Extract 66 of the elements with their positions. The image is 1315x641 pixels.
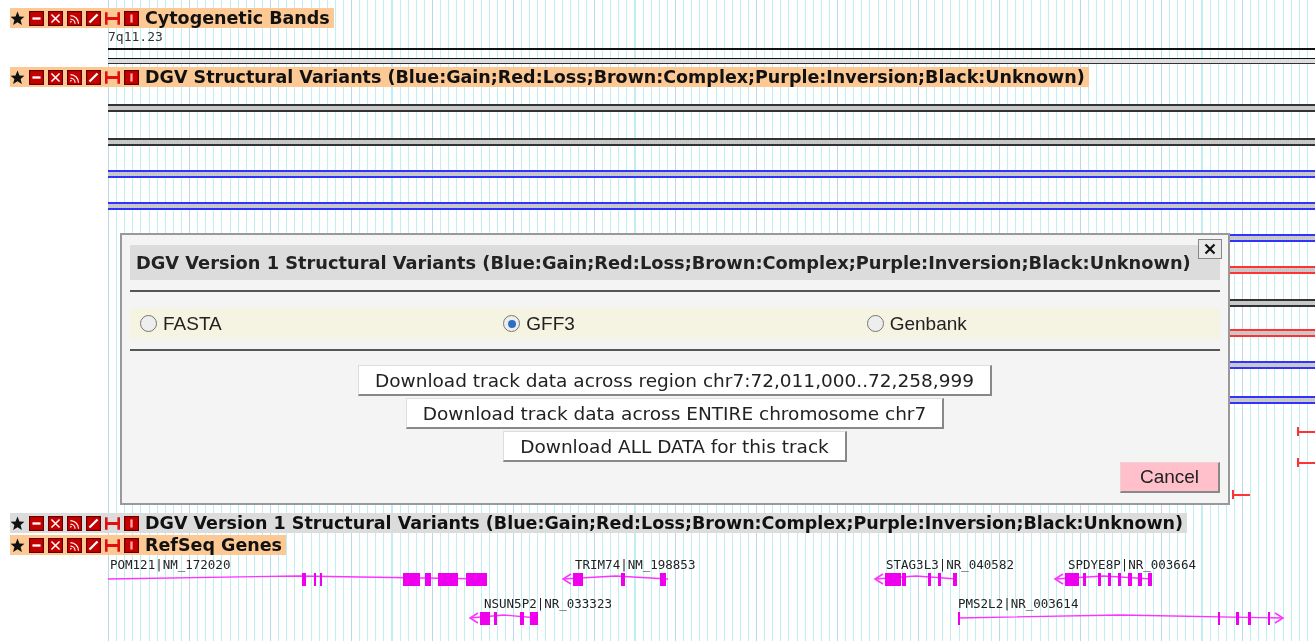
pin-icon[interactable] <box>10 69 25 85</box>
pin-icon[interactable] <box>10 10 25 26</box>
feed-icon[interactable] <box>67 69 82 85</box>
variant-feature[interactable] <box>1230 396 1315 404</box>
radio-button[interactable] <box>866 315 884 333</box>
variant-feature[interactable] <box>1232 490 1250 499</box>
close-icon <box>1204 243 1216 255</box>
minimize-icon[interactable] <box>29 537 44 553</box>
track-label[interactable]: DGV Structural Variants (Blue:Gain;Red:Loss;Brown:Complex;Purple:Inversion;Black:Unknown) <box>10 67 1089 87</box>
close-icon[interactable] <box>48 10 63 26</box>
format-option[interactable]: GFF3 <box>493 312 575 335</box>
pencil-icon[interactable] <box>86 69 101 85</box>
download-button[interactable]: Download track data across ENTIRE chromosome chr7 <box>405 398 945 429</box>
pencil-icon[interactable] <box>86 515 101 531</box>
gene-name: SPDYE8P|NR_003664 <box>1068 557 1196 572</box>
gene-name: STAG3L3|NR_040582 <box>886 557 1014 572</box>
gene-feature[interactable] <box>1053 573 1153 586</box>
variant-feature[interactable] <box>1230 234 1315 242</box>
gene-feature[interactable] <box>468 612 539 625</box>
minimize-icon[interactable] <box>29 69 44 85</box>
pin-icon[interactable] <box>10 537 25 553</box>
radio-button[interactable] <box>140 315 157 333</box>
cancel-button[interactable]: Cancel <box>1120 462 1220 493</box>
variant-feature[interactable] <box>108 170 1315 178</box>
variant-feature[interactable] <box>1297 458 1315 467</box>
download-button[interactable]: Download ALL DATA for this track <box>503 431 847 462</box>
gene-feature[interactable] <box>873 573 958 586</box>
pencil-icon[interactable] <box>86 10 101 26</box>
band-name: 7q11.23 <box>108 28 163 45</box>
gene-name: NSUN5P2|NR_033323 <box>484 596 612 611</box>
gene-name: TRIM74|NM_198853 <box>575 557 696 572</box>
close-button[interactable] <box>1198 239 1222 259</box>
format-option[interactable]: Genbank <box>856 312 967 335</box>
dialog-title: DGV Version 1 Structural Variants (Blue:Gain;Red:Loss;Brown:Complex;Purple:Inversion;Black:Unknown) <box>130 245 1220 281</box>
feed-icon[interactable] <box>67 10 82 26</box>
pin-icon[interactable] <box>10 515 25 531</box>
variant-feature[interactable] <box>1297 427 1315 436</box>
help-icon[interactable] <box>124 10 139 26</box>
gene-feature[interactable] <box>957 612 1285 625</box>
track-label[interactable]: RefSeq Genes <box>10 535 287 555</box>
feed-icon[interactable] <box>67 537 82 553</box>
save-icon[interactable] <box>105 515 120 531</box>
format-option[interactable]: FASTA <box>130 312 222 335</box>
close-icon[interactable] <box>48 515 63 531</box>
close-icon[interactable] <box>48 69 63 85</box>
radio-button[interactable] <box>503 315 521 333</box>
gene-feature[interactable] <box>561 573 669 586</box>
close-icon[interactable] <box>48 537 63 553</box>
gene-feature[interactable] <box>108 573 488 586</box>
pencil-icon[interactable] <box>86 537 101 553</box>
variant-feature[interactable] <box>108 202 1315 210</box>
gene-name: POM121|NM_172020 <box>110 557 231 572</box>
variant-feature[interactable] <box>108 104 1315 112</box>
track-label[interactable]: Cytogenetic Bands <box>10 8 334 28</box>
download-button[interactable]: Download track data across region chr7:72,011,000..72,258,999 <box>357 365 992 396</box>
feed-icon[interactable] <box>67 515 82 531</box>
help-icon[interactable] <box>124 537 139 553</box>
variant-feature[interactable] <box>108 138 1315 146</box>
help-icon[interactable] <box>124 69 139 85</box>
track-label[interactable]: DGV Version 1 Structural Variants (Blue:Gain;Red:Loss;Brown:Complex;Purple:Inversion;Black:Unknown) <box>10 513 1188 533</box>
variant-feature[interactable] <box>1230 361 1315 369</box>
minimize-icon[interactable] <box>29 10 44 26</box>
minimize-icon[interactable] <box>29 515 44 531</box>
help-icon[interactable] <box>124 515 139 531</box>
gene-name: PMS2L2|NR_003614 <box>958 596 1079 611</box>
variant-feature[interactable] <box>1230 299 1315 307</box>
